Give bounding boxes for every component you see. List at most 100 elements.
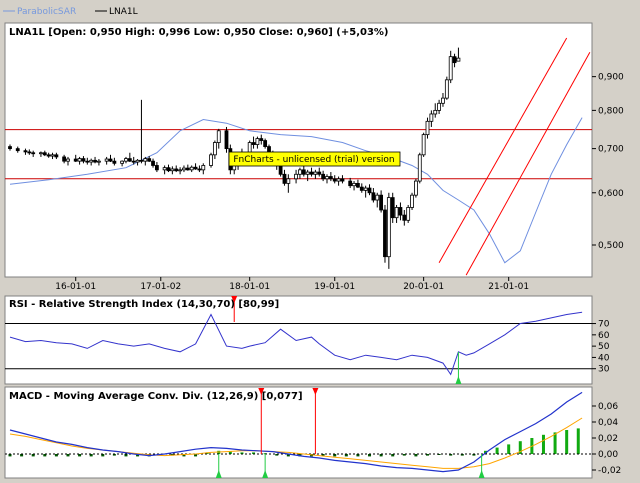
candle-body — [97, 160, 101, 163]
candle-body — [348, 180, 353, 187]
candle-body — [46, 154, 51, 157]
candle-body — [197, 168, 202, 171]
candle-body — [255, 138, 260, 145]
candle-body — [309, 171, 314, 175]
candle-body — [367, 187, 372, 194]
candle-body — [39, 152, 43, 155]
candle-body — [104, 158, 109, 162]
candle-body — [127, 158, 132, 162]
candle-body — [375, 194, 380, 201]
candle-90 — [406, 204, 411, 223]
candle-body — [278, 165, 283, 175]
candle-body — [120, 160, 125, 164]
price-xtick-label-3: 19-01-01 — [314, 282, 355, 292]
candle-body — [73, 158, 78, 162]
rsi-ytick-label-1: 40 — [598, 353, 610, 363]
price-xtick-label-0: 16-01-01 — [55, 282, 96, 292]
macd-hist-bar-49 — [576, 428, 580, 454]
candle-body — [135, 159, 140, 163]
candle-body — [402, 214, 407, 221]
candle-body — [201, 165, 206, 171]
candle-body — [193, 166, 198, 170]
candle-body — [410, 194, 414, 208]
candle-body — [162, 167, 167, 171]
candle-body — [394, 207, 399, 219]
candle-body — [31, 152, 36, 155]
macd-title: MACD - Moving Average Conv. Div. (12,26,… — [9, 391, 303, 402]
legend-label-sar: ParabolicSAR — [17, 7, 76, 17]
macd-hist-bar-43 — [507, 444, 511, 454]
candle-body — [352, 182, 356, 187]
price-xtick-label-4: 20-01-01 — [403, 282, 444, 292]
chart-window: ParabolicSAR LNA1L 0,500 0,600 0,700 0,800 0… — [0, 0, 640, 480]
candle-94 — [421, 132, 426, 157]
candle-body — [170, 168, 175, 172]
candle-body — [425, 120, 430, 136]
candle-body — [328, 176, 333, 180]
trial-watermark: FnCharts - unlicensed (trial) version — [228, 151, 401, 167]
price-xtick-label-1: 17-01-02 — [140, 282, 181, 292]
candle-body — [398, 207, 403, 216]
candle-body — [437, 102, 442, 111]
price-ytick-label-1: 0,600 — [598, 189, 624, 199]
candle-body — [390, 197, 395, 219]
legend-label-lna1l: LNA1L — [109, 7, 138, 17]
candle-body — [131, 160, 136, 163]
price-ytick-label-2: 0,700 — [598, 145, 624, 155]
price-title: LNA1L [Open: 0,950 High: 0,996 Low: 0,95… — [9, 27, 389, 38]
candle-body — [263, 140, 268, 147]
candle-body — [313, 171, 318, 175]
rsi-ytick-label-0: 30 — [598, 365, 610, 375]
candle-body — [108, 158, 113, 162]
candle-body — [379, 194, 384, 211]
candle-body — [62, 156, 67, 162]
candle-body — [27, 151, 32, 154]
candle-body — [251, 142, 256, 145]
candle-84 — [383, 204, 387, 263]
candle-body — [174, 168, 179, 172]
rsi-panel: 30 40506070 RSI - Relative Strength Index… — [4, 295, 610, 385]
candle-body — [8, 146, 12, 150]
candle-body — [147, 158, 152, 162]
candle-body — [247, 142, 252, 154]
candle-body — [417, 154, 422, 182]
macd-hist-bar-48 — [565, 430, 569, 454]
candle-body — [383, 209, 387, 258]
price-ytick-label-3: 0,800 — [598, 106, 624, 116]
candle-body — [321, 173, 326, 180]
candle-body — [224, 130, 229, 150]
macd-ytick-label-0: 0,06 — [598, 402, 618, 412]
legend: ParabolicSAR LNA1L — [3, 7, 138, 17]
candle-body — [356, 182, 360, 188]
candle-body — [89, 159, 94, 163]
candle-body — [332, 178, 337, 182]
macd-hist-bar-42 — [495, 447, 499, 454]
price-panel: 0,500 0,600 0,700 0,800 0,900 16-01-01 17-01-… — [4, 22, 624, 292]
candle-body — [359, 186, 364, 191]
candle-body — [414, 180, 418, 196]
candle-body — [42, 152, 47, 156]
macd-ytick-label-4: -0,02 — [598, 466, 621, 476]
candle-body — [456, 57, 461, 62]
candle-body — [298, 169, 302, 175]
rsi-ytick-label-4: 70 — [598, 320, 610, 330]
candle-body — [154, 165, 159, 171]
candle-91 — [410, 192, 414, 210]
candle-body — [166, 167, 171, 172]
candle-body — [50, 154, 55, 157]
candle-body — [139, 159, 144, 162]
price-ytick-label-4: 0,900 — [598, 73, 624, 83]
candle-body — [93, 159, 97, 163]
macd-hist-bar-47 — [553, 432, 557, 454]
candle-body — [259, 138, 264, 141]
macd-panel: 0,06 0,04 0,02 0,00 -0,02 MACD - Moving Aver… — [4, 386, 621, 479]
chart-canvas: ParabolicSAR LNA1L 0,5000,6000,7000,8000… — [0, 0, 640, 480]
rsi-ytick-label-2: 50 — [598, 342, 610, 352]
candle-body — [15, 148, 20, 152]
candle-body — [406, 207, 411, 221]
macd-ytick-label-1: 0,04 — [598, 418, 618, 428]
candle-body — [441, 97, 445, 104]
candle-body — [216, 130, 221, 143]
candle-body — [182, 167, 186, 171]
price-xtick-label-2: 18-01-01 — [229, 282, 270, 292]
